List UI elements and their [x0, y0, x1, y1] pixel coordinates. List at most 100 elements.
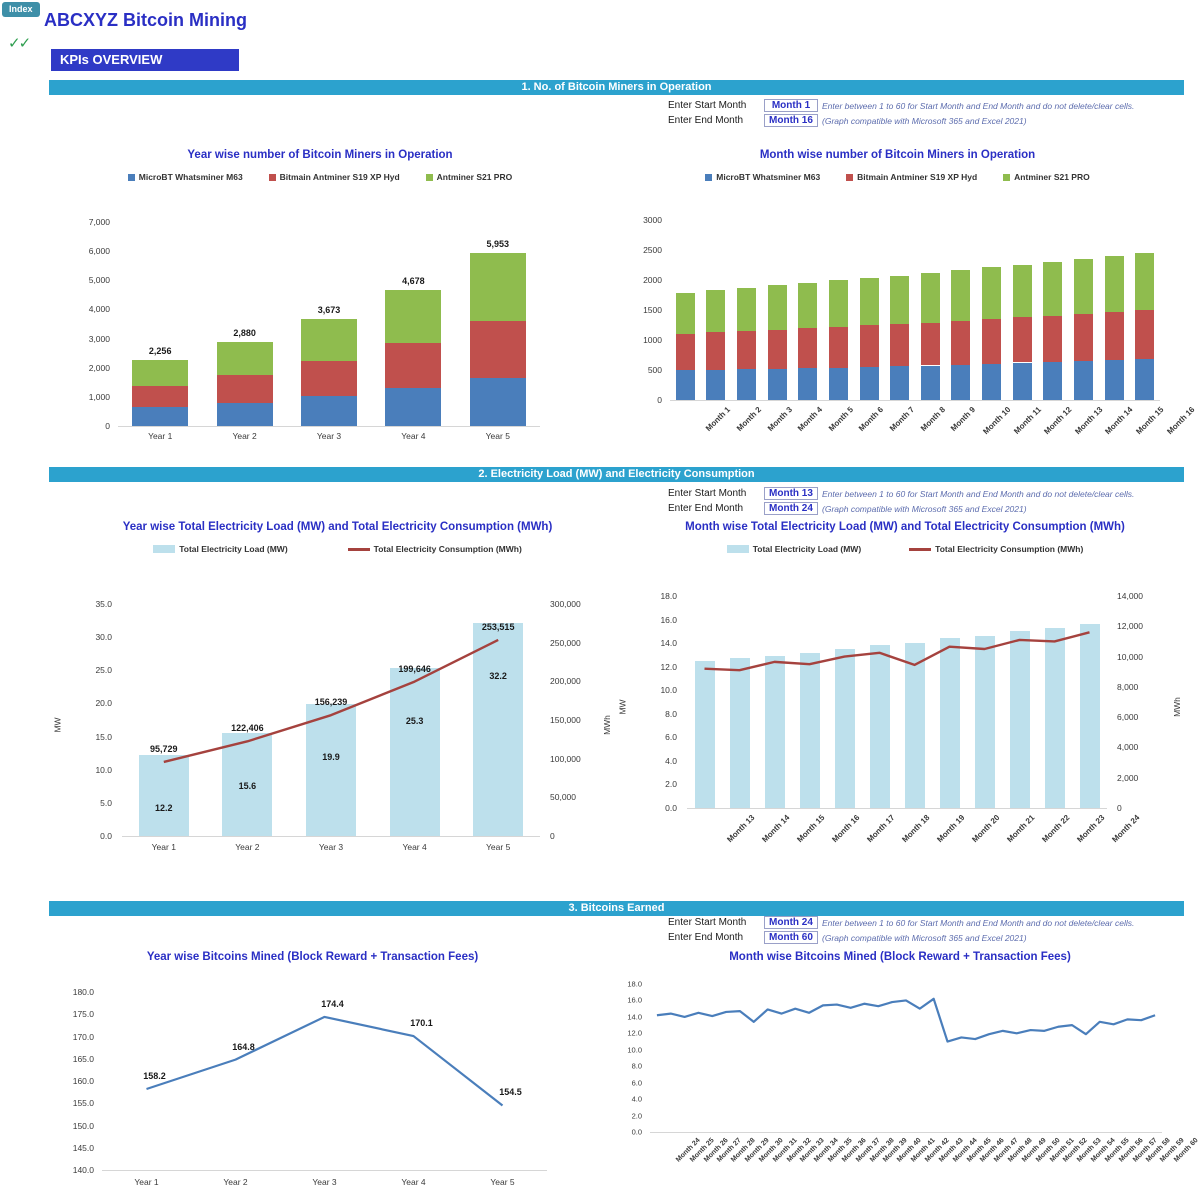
y-axis-tick: 5,000: [88, 275, 110, 286]
chart-year-electricity: Year wise Total Electricity Load (MW) an…: [53, 520, 615, 870]
legend-item: Bitmain Antminer S19 XP Hyd: [268, 172, 400, 182]
legend-swatch-blue: [127, 173, 135, 181]
kpi-dashboard-page: Index ✓✓ ABCXYZ Bitcoin Mining KPIs OVER…: [0, 0, 1200, 1200]
x-axis-tick: Month 13: [1073, 405, 1105, 437]
line-value-label: 199,646: [398, 663, 431, 674]
legend-swatch-green: [1003, 173, 1011, 181]
y-axis-tick: 2000: [643, 275, 662, 285]
bar-segment: [951, 364, 971, 400]
x-axis-tick: Year 1: [134, 1177, 159, 1187]
bar-segment: [675, 334, 695, 371]
legend-label: Total Electricity Load (MW): [179, 544, 288, 554]
legend-swatch-line: [347, 547, 370, 551]
page-title: ABCXYZ Bitcoin Mining: [44, 10, 247, 30]
end-month-input[interactable]: Month 60: [764, 931, 818, 944]
legend-swatch-line: [909, 547, 932, 551]
chart-year-bitcoins: Year wise Bitcoins Mined (Block Reward +…: [40, 950, 585, 1200]
end-month-input[interactable]: Month 16: [764, 114, 818, 127]
start-month-label: Enter Start Month: [668, 100, 747, 111]
y-axis-tick: 0: [657, 395, 662, 405]
x-axis-tick: Month 8: [918, 405, 947, 434]
chart-month-miners: Month wise number of Bitcoin Miners in O…: [615, 148, 1196, 458]
plot-area-month-miners: 0 500 1000 1500 2000 2500 3000 Month 1 Month 2 Mo…: [615, 206, 1196, 458]
checkmark-icons: ✓✓: [8, 34, 31, 52]
legend-swatch-bar: [153, 545, 176, 553]
bar-segment: [982, 319, 1002, 364]
bar-segment: [982, 266, 1002, 319]
bar-segment: [1043, 361, 1063, 400]
bar-segment: [890, 323, 910, 366]
x-axis-tick: Year 2: [223, 1177, 248, 1187]
bar-segment: [1073, 259, 1093, 314]
x-axis-tick: Year 1: [148, 431, 173, 441]
start-month-input[interactable]: Month 1: [764, 99, 818, 112]
line-series: [704, 631, 1090, 672]
start-month-row: Enter Start Month Month 1 Enter between …: [668, 99, 1134, 112]
legend-item: Antminer S21 PRO: [1003, 172, 1090, 182]
bar-total-label: 4,678: [402, 275, 425, 286]
legend-item: Total Electricity Load (MW): [153, 544, 288, 554]
legend-item: Antminer S21 PRO: [425, 172, 512, 182]
bitcoins-month-inputs: Enter Start Month Month 24 Enter between…: [668, 916, 1134, 946]
plot-area-month-electricity: 0.0 2.0 4.0 6.0 8.0 10.0 12.0 14.0 16.0 18.0 0 2,00…: [618, 582, 1185, 870]
x-axis-tick: Year 5: [485, 431, 510, 441]
x-axis-tick: Year 4: [401, 1177, 426, 1187]
x-axis-tick: Month 11: [1011, 405, 1043, 436]
bar-segment: [1012, 265, 1032, 318]
chart-month-bitcoins: Month wise Bitcoins Mined (Block Reward …: [610, 950, 1200, 1200]
line-value-label: 174.4: [321, 998, 344, 1009]
x-axis-tick: Month 15: [1134, 405, 1166, 437]
y-axis-tick: 7,000: [88, 217, 110, 227]
bar-segment: [385, 388, 442, 426]
x-axis-tick: Year 2: [232, 431, 257, 441]
legend-label: MicroBT Whatsminer M63: [716, 172, 821, 182]
bar-segment: [1135, 310, 1155, 360]
bar-segment: [469, 378, 526, 426]
bar-segment: [920, 322, 940, 366]
chart-title-year-bitcoins: Year wise Bitcoins Mined (Block Reward +…: [146, 951, 479, 963]
start-month-input[interactable]: Month 13: [764, 487, 818, 500]
plot-area-month-bitcoins: 0.0 2.0 4.0 6.0 8.0 10.0 12.0 14.0 16.0 18.0 Month…: [610, 972, 1199, 1200]
bar-segment: [767, 369, 787, 400]
plot-area-year-miners: 0 1,000 2,000 3,000 4,000 5,000 6,000 7,000 2,25…: [60, 208, 580, 458]
bar-segment: [675, 292, 695, 334]
start-month-note: Enter between 1 to 60 for Start Month an…: [822, 917, 1135, 928]
chart-month-electricity: Month wise Total Electricity Load (MW) a…: [618, 520, 1185, 870]
section-bar-miners: 1. No. of Bitcoin Miners in Operation: [49, 80, 1184, 95]
legend-label: Antminer S21 PRO: [1014, 172, 1090, 182]
end-month-label: Enter End Month: [668, 932, 744, 943]
bar-segment: [675, 370, 695, 400]
y-axis-tick: 3000: [643, 215, 662, 225]
x-axis-tick: Month 9: [949, 405, 978, 434]
y-axis-tick: 500: [647, 365, 662, 375]
bar-segment: [1104, 312, 1124, 361]
bar-segment: [132, 385, 189, 408]
index-button[interactable]: Index: [2, 2, 40, 17]
x-axis-tick: Month 3: [765, 405, 794, 434]
line-series: [656, 997, 1156, 1043]
line-value-label: 122,406: [231, 723, 264, 734]
bar-segment: [1073, 361, 1093, 400]
bar-segment: [1043, 315, 1063, 362]
end-month-row: Enter End Month Month 24 (Graph compatib…: [668, 502, 1134, 515]
x-axis-tick: Year 5: [490, 1177, 515, 1187]
x-axis-tick: Month 10: [981, 405, 1013, 437]
y-axis-tick: 1000: [643, 335, 662, 345]
legend-month-electricity: Total Electricity Load (MW) Total Electr…: [625, 544, 1185, 554]
bar-segment: [951, 270, 971, 321]
end-month-row: Enter End Month Month 16 (Graph compatib…: [668, 114, 1134, 127]
bar-segment: [737, 287, 757, 331]
legend-item: MicroBT Whatsminer M63: [705, 172, 820, 182]
end-month-input[interactable]: Month 24: [764, 502, 818, 515]
start-month-input[interactable]: Month 24: [764, 916, 818, 929]
y-axis-tick: 6,000: [88, 246, 110, 257]
y-axis-tick: 3,000: [88, 333, 110, 344]
legend-item: Total Electricity Load (MW): [726, 544, 861, 554]
bar-segment: [951, 320, 971, 365]
bar-segment: [216, 375, 273, 403]
electricity-month-inputs: Enter Start Month Month 13 Enter between…: [668, 487, 1134, 517]
bar-segment: [982, 364, 1002, 400]
bar-segment: [920, 272, 940, 323]
x-axis-tick: Month 2: [734, 405, 763, 434]
bar-segment: [1104, 360, 1124, 400]
